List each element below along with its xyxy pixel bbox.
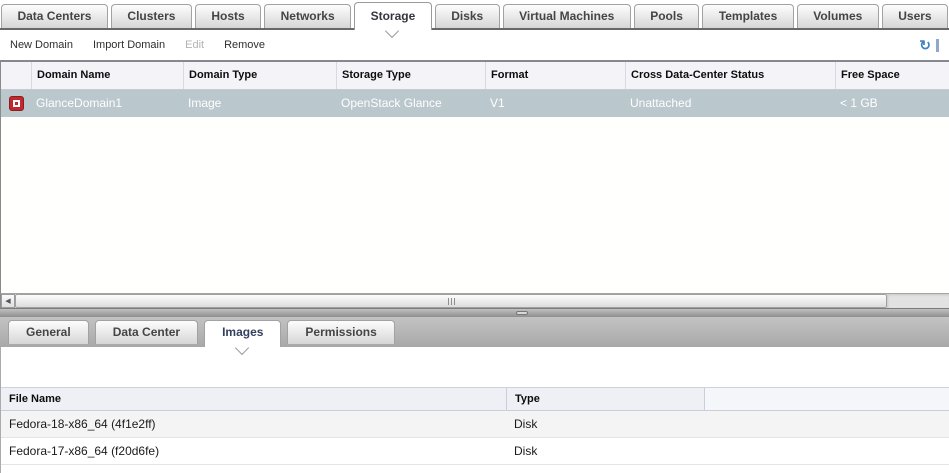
edit-button: Edit [185, 39, 204, 51]
cell-file-name: Fedora-18-x86_64 (4f1e2ff) [1, 411, 506, 437]
cell-storage-type: OpenStack Glance [336, 90, 485, 117]
detail-tabbar: GeneralData CenterImagesPermissions [0, 317, 949, 347]
cell-domain-type: Image [183, 90, 336, 117]
tab-pools[interactable]: Pools [634, 4, 700, 28]
cell-empty [704, 438, 949, 464]
selection-column-header [1, 62, 31, 89]
column-header-domain-type[interactable]: Domain Type [183, 62, 336, 89]
panel-splitter[interactable] [0, 308, 949, 317]
splitter-grip-icon[interactable] [516, 311, 528, 315]
cell-free-space: < 1 GB [835, 90, 949, 117]
column-header-free-space[interactable]: Free Space [835, 62, 949, 89]
partial-refresh-menu-edge[interactable] [936, 39, 939, 52]
left-arrow-icon: ◀ [5, 297, 10, 305]
tab-users[interactable]: Users [882, 4, 948, 28]
tab-networks[interactable]: Networks [264, 4, 351, 28]
scroll-left-button[interactable]: ◀ [1, 294, 15, 308]
refresh-icon[interactable]: ↻ [919, 38, 931, 52]
storage-grid-header: Domain NameDomain TypeStorage TypeFormat… [1, 60, 949, 90]
webadmin-window: Data CentersClustersHostsNetworksStorage… [0, 0, 949, 473]
scrollbar-thumb[interactable] [15, 294, 887, 308]
cell-file-name: Fedora-17-x86_64 (f20d6fe) [1, 438, 506, 464]
remove-button[interactable]: Remove [224, 39, 265, 51]
column-header-format[interactable]: Format [485, 62, 625, 89]
import-domain-button[interactable]: Import Domain [93, 39, 165, 51]
tab-virtual-machines[interactable]: Virtual Machines [503, 4, 631, 28]
storage-toolbar: New Domain Import Domain Edit Remove ↻ [0, 30, 949, 60]
tab-storage[interactable]: Storage [354, 2, 432, 30]
images-grid-header: File NameType [1, 387, 949, 411]
cell-type: Disk [506, 438, 704, 464]
detail-tab-images[interactable]: Images [204, 320, 281, 347]
detail-tab-permissions[interactable]: Permissions [287, 320, 394, 344]
spacer-column-header [704, 388, 949, 410]
main-tabbar: Data CentersClustersHostsNetworksStorage… [0, 0, 949, 30]
images-panel: File NameType Fedora-18-x86_64 (4f1e2ff)… [0, 347, 949, 473]
scrollbar-track[interactable] [887, 294, 949, 308]
cell-empty [704, 411, 949, 437]
images-grid-body: Fedora-18-x86_64 (4f1e2ff)DiskFedora-17-… [1, 411, 949, 465]
cell-domain-name: GlanceDomain1 [31, 90, 183, 117]
toolbar-right: ↻ [919, 38, 939, 52]
cell-type: Disk [506, 411, 704, 437]
storage-domain-down-icon [9, 96, 24, 111]
storage-grid-body: GlanceDomain1ImageOpenStack GlanceV1Unat… [1, 90, 949, 117]
tab-data-centers[interactable]: Data Centers [1, 4, 108, 28]
cell-cross-data-center-status: Unattached [625, 90, 835, 117]
new-domain-button[interactable]: New Domain [10, 39, 73, 51]
detail-tab-data-center[interactable]: Data Center [95, 320, 198, 344]
tab-clusters[interactable]: Clusters [111, 4, 192, 28]
image-row[interactable]: Fedora-17-x86_64 (f20d6fe)Disk [1, 438, 949, 465]
column-header-type[interactable]: Type [506, 388, 704, 410]
cell-format: V1 [485, 90, 625, 117]
tab-templates[interactable]: Templates [702, 4, 793, 28]
tab-hosts[interactable]: Hosts [195, 4, 261, 28]
storage-domains-grid: Domain NameDomain TypeStorage TypeFormat… [0, 60, 949, 293]
column-header-domain-name[interactable]: Domain Name [31, 62, 183, 89]
tab-disks[interactable]: Disks [435, 4, 500, 28]
tab-volumes[interactable]: Volumes [797, 4, 879, 28]
column-header-cross-data-center-status[interactable]: Cross Data-Center Status [625, 62, 835, 89]
horizontal-scrollbar[interactable]: ◀ [0, 293, 949, 308]
image-row[interactable]: Fedora-18-x86_64 (4f1e2ff)Disk [1, 411, 949, 438]
detail-tab-general[interactable]: General [8, 320, 89, 344]
status-cell [1, 90, 31, 117]
storage-domain-row[interactable]: GlanceDomain1ImageOpenStack GlanceV1Unat… [1, 90, 949, 117]
status-inner-shape [13, 100, 20, 107]
column-header-file-name[interactable]: File Name [1, 388, 506, 410]
column-header-storage-type[interactable]: Storage Type [336, 62, 485, 89]
